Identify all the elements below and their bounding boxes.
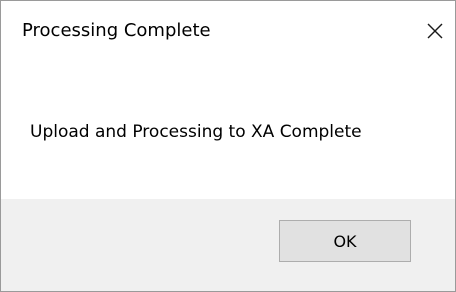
dialog-message: Upload and Processing to XA Complete <box>30 122 362 142</box>
close-button[interactable] <box>421 17 449 45</box>
title-bar: Processing Complete <box>1 1 455 67</box>
message-dialog: Processing Complete Upload and Processin… <box>0 0 456 292</box>
ok-button[interactable]: OK <box>279 220 411 262</box>
close-icon <box>427 23 443 39</box>
dialog-body: Upload and Processing to XA Complete <box>1 67 455 199</box>
dialog-title: Processing Complete <box>22 20 211 41</box>
dialog-footer: OK <box>1 199 455 291</box>
